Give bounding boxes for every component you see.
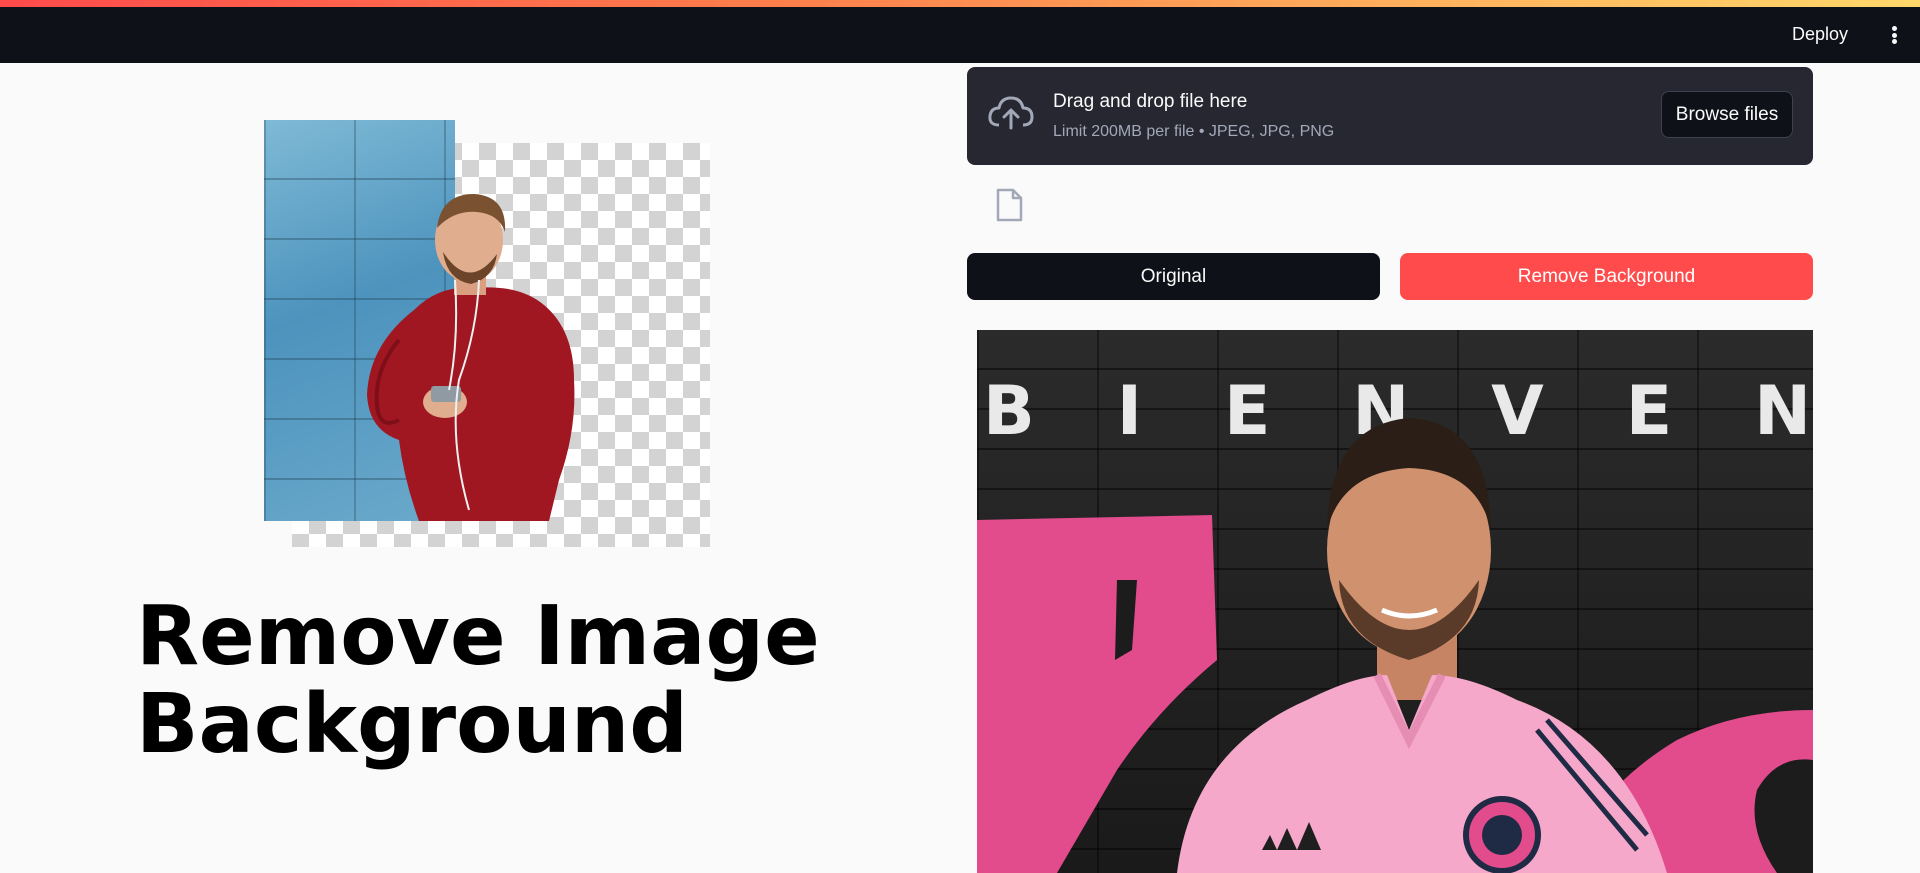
result-image: B I E N V E N	[977, 330, 1813, 873]
dropzone-title: Drag and drop file here	[1053, 91, 1248, 112]
header-decoration-stripe	[0, 0, 1920, 7]
remove-background-button[interactable]: Remove Background	[1400, 253, 1813, 300]
deploy-button[interactable]: Deploy	[1792, 24, 1848, 45]
page-title: Remove Image Background	[136, 589, 820, 772]
dropzone-limit-text: Limit 200MB per file • JPEG, JPG, PNG	[1053, 123, 1335, 140]
player-portrait	[977, 418, 1813, 873]
cloud-upload-icon	[988, 96, 1034, 130]
app-header: Deploy	[0, 0, 1920, 63]
kebab-menu-icon[interactable]	[1892, 26, 1898, 44]
file-dropzone[interactable]: Drag and drop file here Limit 200MB per …	[967, 67, 1813, 165]
person-cutout-image	[367, 194, 575, 521]
file-icon	[996, 188, 1023, 222]
hero-illustration	[264, 120, 710, 547]
original-button[interactable]: Original	[967, 253, 1380, 300]
browse-files-button[interactable]: Browse files	[1661, 91, 1793, 138]
